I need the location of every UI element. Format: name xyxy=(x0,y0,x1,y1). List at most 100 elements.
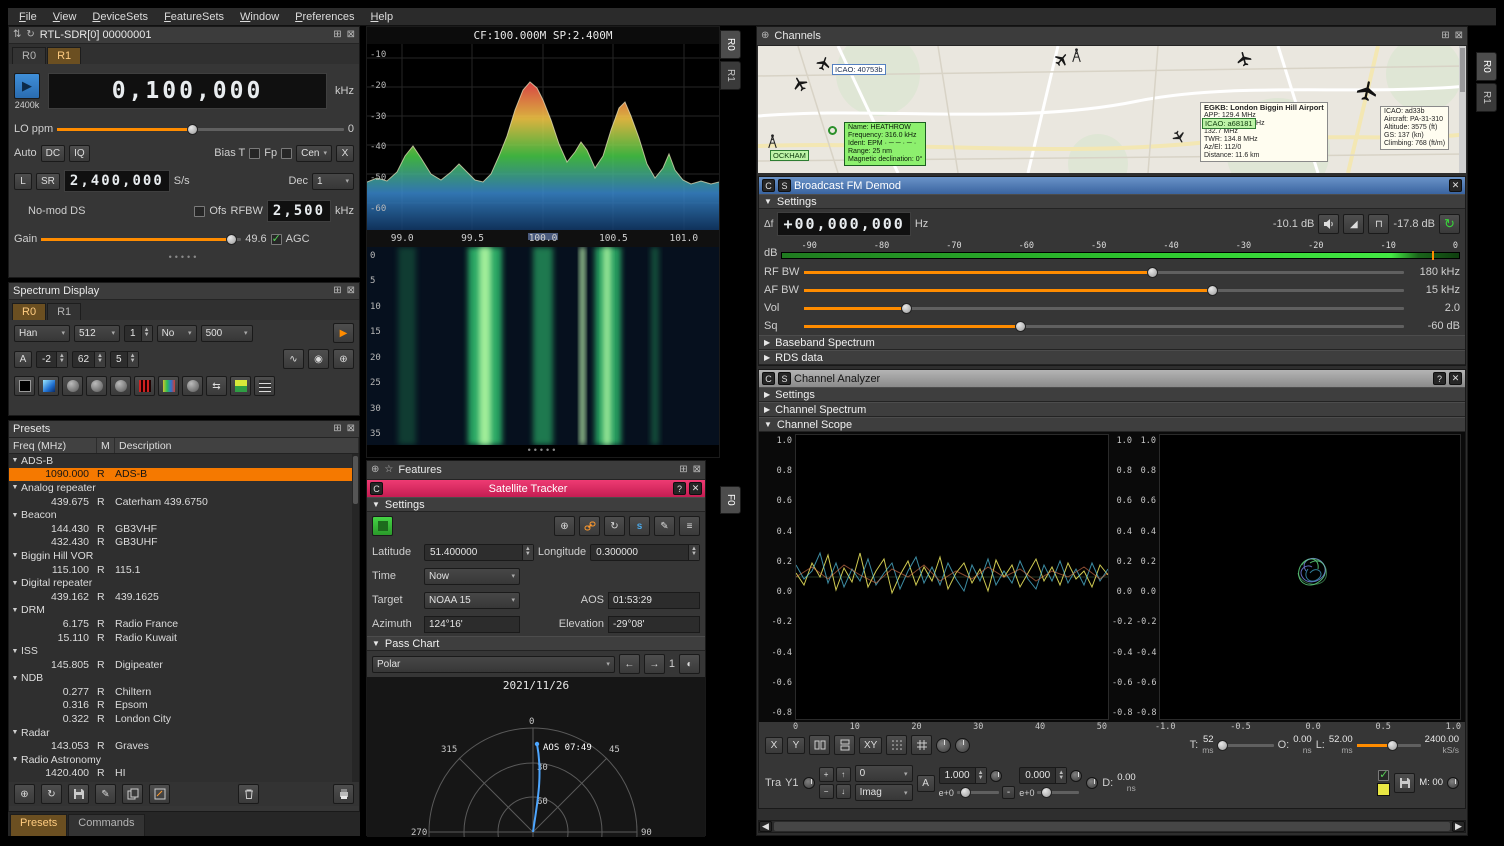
fm-demod-titlebar[interactable]: C S Broadcast FM Demod ✕ xyxy=(759,177,1465,194)
preset-row[interactable]: ▼ Radar xyxy=(9,726,359,740)
trace-color-swatch[interactable] xyxy=(1377,783,1390,796)
menu-item[interactable]: DeviceSets xyxy=(85,10,155,24)
palette-button[interactable] xyxy=(230,376,251,396)
preset-row[interactable]: ▼ NDB xyxy=(9,672,359,686)
preset-row[interactable]: ▼ 15.110 R Radio Kuwait xyxy=(9,631,359,645)
spectrum-frequency-axis[interactable]: 99.099.5100.0100.5101.0 xyxy=(367,230,719,247)
black-style-button[interactable] xyxy=(14,376,35,396)
edit-preset-button[interactable]: ✎ xyxy=(95,784,116,804)
red-grid-button[interactable] xyxy=(134,376,155,396)
fc-position-dropdown[interactable]: Cen▾ xyxy=(296,145,332,162)
fm-settings-header[interactable]: ▼ Settings xyxy=(759,194,1465,209)
preset-row[interactable]: ▼ 439.162 R 439.1625 xyxy=(9,590,359,604)
ref-level-spinner[interactable]: -2▲▼ xyxy=(36,351,68,368)
waterfall-plot[interactable]: 05101520253035 xyxy=(367,247,719,445)
live-spectrum-icon[interactable]: ◉ xyxy=(308,349,329,369)
preset-row[interactable]: ▼ Radio Astronomy xyxy=(9,753,359,767)
channel-settings-button[interactable]: C xyxy=(762,179,775,192)
aircraft-icon[interactable] xyxy=(1354,78,1380,104)
trace-view-checkbox[interactable] xyxy=(1378,770,1389,781)
preset-row[interactable]: ▼ 1090.000 R ADS-B xyxy=(9,468,359,482)
add-feature-icon[interactable]: ⊕ xyxy=(371,465,379,475)
find-target-icon[interactable]: ⊕ xyxy=(554,516,575,536)
histogram-style-button[interactable] xyxy=(158,376,179,396)
expander-icon[interactable]: ▼ xyxy=(9,607,21,614)
map-scrollbar[interactable] xyxy=(1459,46,1466,173)
fft-window-dropdown[interactable]: Han▾ xyxy=(14,325,70,342)
expander-icon[interactable]: ▼ xyxy=(9,648,21,655)
menu-item[interactable]: Help xyxy=(363,10,400,24)
close-button[interactable]: ✕ xyxy=(1449,372,1462,385)
map-egkb-infobox[interactable]: EGKB: London Biggin Hill Airport APP: 12… xyxy=(1200,102,1328,162)
tracker-settings-header[interactable]: ▼ Settings xyxy=(367,497,705,512)
close-icon[interactable]: ⊠ xyxy=(347,286,355,296)
audio-loop-icon[interactable]: ↻ xyxy=(1439,214,1460,234)
satellite-tracker-titlebar[interactable]: C Satellite Tracker ? ✕ xyxy=(367,480,705,497)
xy-mode-button[interactable]: XY xyxy=(859,737,882,754)
export-preset-button[interactable] xyxy=(122,784,143,804)
fft-size-dropdown[interactable]: 512▾ xyxy=(74,325,120,342)
shrink-icon[interactable]: ⊞ xyxy=(333,424,341,434)
map-icao-label[interactable]: ICAO: a68181 xyxy=(1202,118,1256,129)
preset-row[interactable]: ▼ 144.430 R GB3VHF xyxy=(9,522,359,536)
next-pass-button[interactable]: → xyxy=(644,654,665,674)
help-button[interactable]: ? xyxy=(1433,372,1446,385)
target-dropdown[interactable]: NOAA 15▾ xyxy=(424,592,520,609)
dc-button[interactable]: DC xyxy=(41,145,65,162)
add-trace-button[interactable]: + xyxy=(819,767,834,782)
scope-xy-plot[interactable] xyxy=(1159,434,1461,720)
preset-row[interactable]: ▼ Digital repeater xyxy=(9,576,359,590)
x-only-button[interactable]: X xyxy=(765,737,783,754)
crosshair-icon[interactable]: ⊕ xyxy=(333,349,354,369)
squelch-slider[interactable] xyxy=(804,320,1404,333)
sample-rate-dial[interactable]: 2,400,000 xyxy=(64,170,170,192)
agc-checkbox[interactable] xyxy=(271,234,282,245)
preset-row[interactable]: ▼ 145.805 R Digipeater xyxy=(9,658,359,672)
trace-up-button[interactable]: ↑ xyxy=(836,767,851,782)
analyzer-titlebar[interactable]: C S Channel Analyzer ? ✕ xyxy=(759,370,1465,387)
panel-drag-handle[interactable]: ••••• xyxy=(367,445,719,455)
chart-mode-dropdown[interactable]: Polar▾ xyxy=(372,656,615,673)
preset-row[interactable]: ▼ 1420.400 R HI xyxy=(9,767,359,781)
save-trace-button[interactable] xyxy=(1394,773,1415,793)
swap-arrows-button[interactable]: ⇆ xyxy=(206,376,227,396)
prev-pass-button[interactable]: ← xyxy=(619,654,640,674)
column-freq[interactable]: Freq (MHz) xyxy=(9,438,97,453)
lo-ppm-slider[interactable] xyxy=(57,123,344,136)
hold-button-2[interactable] xyxy=(86,376,107,396)
horizontal-panes-icon[interactable] xyxy=(809,735,830,755)
channel-frequency-dial[interactable]: +00,000,000 xyxy=(777,212,910,236)
reload-preset-button[interactable]: ↻ xyxy=(41,784,62,804)
rfbw-slider[interactable] xyxy=(804,266,1404,279)
waterfall-share-spinner[interactable]: 5▲▼ xyxy=(110,351,139,368)
scroll-thumb[interactable] xyxy=(774,822,1450,831)
time-dropdown[interactable]: Now▾ xyxy=(424,568,520,585)
tab-r0[interactable]: R0 xyxy=(12,303,46,320)
offset-knob[interactable] xyxy=(1070,770,1082,782)
remove-trace-button[interactable]: − xyxy=(819,784,834,799)
range-spinner[interactable]: 62▲▼ xyxy=(72,351,106,368)
menu-icon[interactable]: ≡ xyxy=(679,516,700,536)
ofs-checkbox[interactable] xyxy=(194,206,205,217)
preset-row[interactable]: ▼ ADS-B xyxy=(9,454,359,468)
presets-scrollbar[interactable] xyxy=(352,454,359,782)
intensity-knob[interactable] xyxy=(936,738,951,753)
tab-commands[interactable]: Commands xyxy=(68,814,144,836)
gain-slider[interactable] xyxy=(41,233,241,246)
offset-spinner[interactable]: 0.000▲▼ xyxy=(1019,767,1067,784)
workspace-tab-r0[interactable]: R0 xyxy=(720,30,741,59)
expander-icon[interactable]: ▼ xyxy=(9,512,21,519)
load-preset-button[interactable]: ⊕ xyxy=(14,784,35,804)
filter-curve-icon[interactable]: ∿ xyxy=(283,349,304,369)
shrink-icon[interactable]: ⊞ xyxy=(1441,31,1449,41)
tab-presets[interactable]: Presets xyxy=(10,814,67,836)
amplitude-knob[interactable] xyxy=(990,770,1002,782)
contrast-icon[interactable]: ◐ xyxy=(679,654,700,674)
play-spectrum-button[interactable]: ▶ xyxy=(333,323,354,343)
expander-icon[interactable]: ▼ xyxy=(9,729,21,736)
edit-satellites-icon[interactable]: ✎ xyxy=(654,516,675,536)
trace-length-slider[interactable] xyxy=(1357,739,1421,752)
help-button[interactable]: ? xyxy=(673,482,686,495)
baseband-spectrum-header[interactable]: ▶ Baseband Spectrum xyxy=(759,335,1465,350)
averaging-mode-dropdown[interactable]: No▾ xyxy=(157,325,197,342)
